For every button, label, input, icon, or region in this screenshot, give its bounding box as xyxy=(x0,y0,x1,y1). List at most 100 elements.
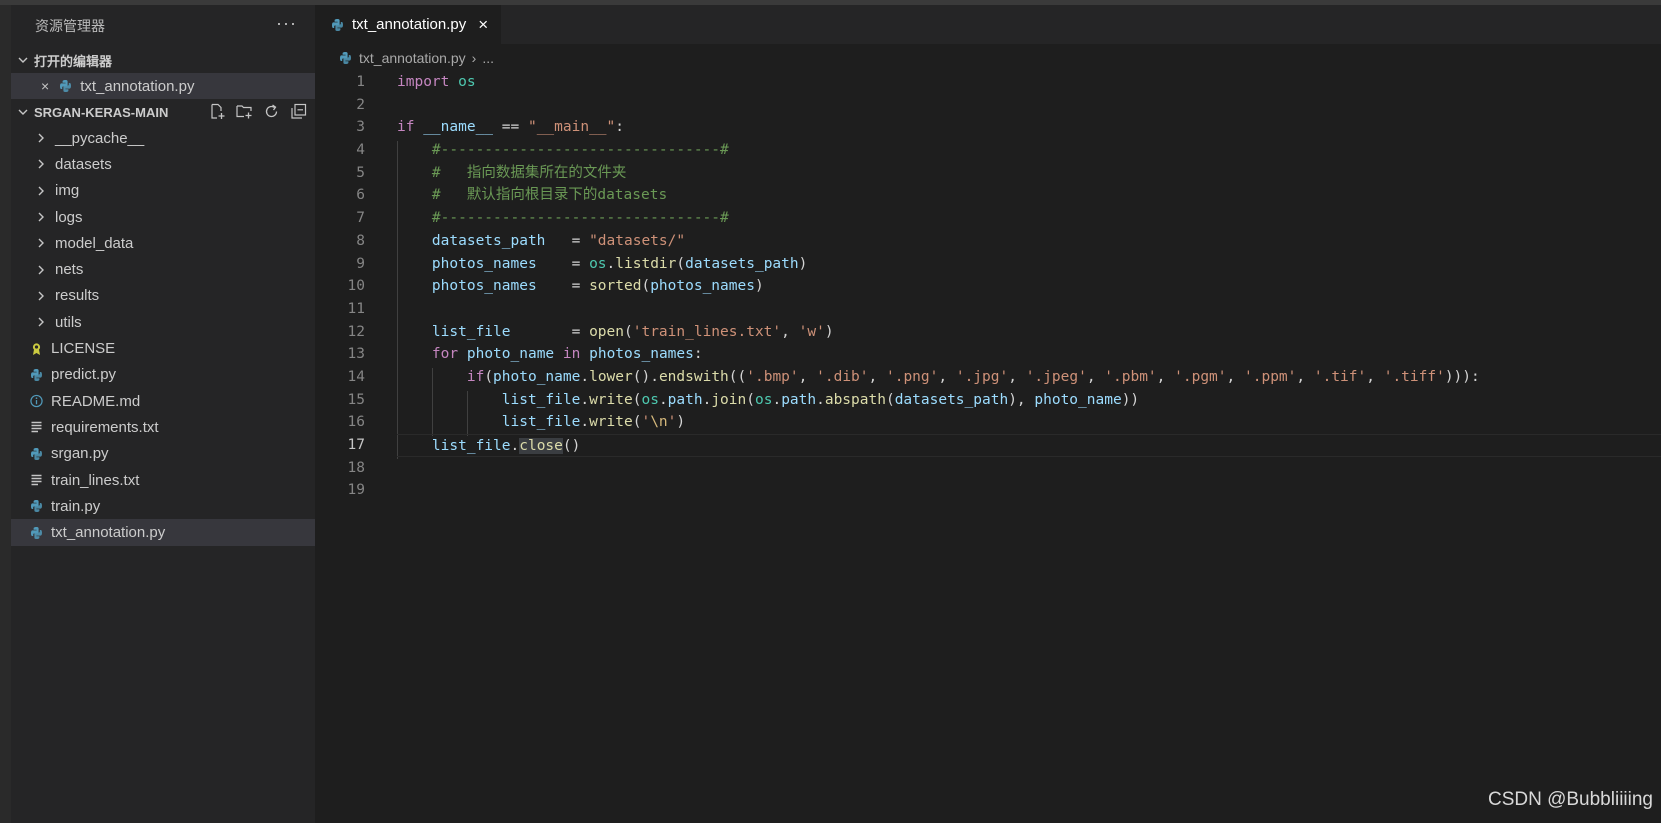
line-number: 13 xyxy=(347,346,365,363)
code-editor[interactable]: import os if __name__ == "__main__": #--… xyxy=(397,71,1661,502)
code-line[interactable]: import os xyxy=(397,71,1661,94)
new-file-icon[interactable] xyxy=(209,103,226,120)
folder-label: results xyxy=(55,287,100,305)
code-line[interactable]: photos_names = sorted(photos_names) xyxy=(397,275,1661,298)
refresh-icon[interactable] xyxy=(263,103,280,120)
python-icon xyxy=(30,447,43,461)
folder-item[interactable]: img xyxy=(11,178,315,204)
file-item[interactable]: predict.py xyxy=(11,362,315,388)
file-label: train.py xyxy=(51,497,101,515)
chevron-right-icon xyxy=(35,185,47,197)
activity-bar xyxy=(0,5,11,823)
project-header[interactable]: SRGAN-KERAS-MAIN xyxy=(11,99,315,125)
open-editor-label: txt_annotation.py xyxy=(80,77,195,95)
code-line[interactable]: list_file = open('train_lines.txt', 'w') xyxy=(397,321,1661,344)
file-item[interactable]: LICENSE xyxy=(11,335,315,361)
file-label: requirements.txt xyxy=(51,418,159,436)
chevron-right-icon xyxy=(35,158,47,170)
code-line[interactable] xyxy=(397,479,1661,502)
code-line[interactable] xyxy=(397,298,1661,321)
code-line[interactable]: #--------------------------------# xyxy=(397,207,1661,230)
open-editors-header[interactable]: 打开的编辑器 xyxy=(11,47,315,73)
folder-label: nets xyxy=(55,261,84,279)
file-item[interactable]: README.md xyxy=(11,388,315,414)
line-number: 9 xyxy=(356,255,365,272)
code-line[interactable] xyxy=(397,457,1661,480)
code-line[interactable]: list_file.write('\n') xyxy=(397,411,1661,434)
folder-item[interactable]: __pycache__ xyxy=(11,125,315,151)
tab-txt-annotation[interactable]: txt_annotation.py × xyxy=(315,5,501,44)
chevron-right-icon xyxy=(35,290,47,302)
new-folder-icon[interactable] xyxy=(236,103,253,120)
chevron-right-icon xyxy=(35,132,47,144)
folder-label: logs xyxy=(55,208,83,226)
python-icon xyxy=(30,526,43,540)
code-line[interactable]: # 指向数据集所在的文件夹 xyxy=(397,162,1661,185)
chevron-down-icon xyxy=(17,106,29,118)
file-label: README.md xyxy=(51,392,141,410)
file-item-selected[interactable]: txt_annotation.py xyxy=(11,519,315,546)
chevron-right-icon xyxy=(35,211,47,223)
breadcrumb-file[interactable]: txt_annotation.py xyxy=(359,50,466,66)
code-line[interactable]: photos_names = os.listdir(datasets_path) xyxy=(397,253,1661,276)
line-number: 1 xyxy=(356,74,365,90)
file-label: txt_annotation.py xyxy=(51,524,166,542)
folder-item[interactable]: model_data xyxy=(11,230,315,256)
chevron-right-icon xyxy=(35,316,47,328)
code-line[interactable]: # 默认指向根目录下的datasets xyxy=(397,184,1661,207)
file-tree: __pycache__ datasets img logs model_data… xyxy=(11,125,315,546)
folder-label: img xyxy=(55,182,80,200)
code-line[interactable]: list_file.write(os.path.join(os.path.abs… xyxy=(397,389,1661,412)
line-number: 12 xyxy=(347,323,365,340)
tab-label: txt_annotation.py xyxy=(352,16,467,33)
code-line[interactable]: datasets_path = "datasets/" xyxy=(397,230,1661,253)
chevron-right-icon: › xyxy=(471,50,477,66)
line-number: 10 xyxy=(347,278,365,295)
line-number: 4 xyxy=(356,142,365,159)
python-icon xyxy=(30,368,43,382)
line-number: 3 xyxy=(356,119,365,136)
line-number: 11 xyxy=(347,300,365,317)
line-number: 6 xyxy=(356,187,365,204)
code-line[interactable]: list_file.close() xyxy=(397,434,1661,457)
line-number: 18 xyxy=(347,459,365,476)
breadcrumb-symbols[interactable]: ... xyxy=(482,50,494,66)
folder-item[interactable]: logs xyxy=(11,204,315,230)
file-item[interactable]: srgan.py xyxy=(11,441,315,467)
line-number-gutter: 1 2 3 4 5 6 7 8 9 10 11 12 13 14 15 16 17 18 19 xyxy=(315,71,365,502)
folder-label: __pycache__ xyxy=(55,129,145,147)
folder-item[interactable]: utils xyxy=(11,309,315,335)
line-number: 2 xyxy=(356,96,365,113)
chevron-right-icon xyxy=(35,264,47,276)
explorer-actions xyxy=(209,103,307,120)
code-line[interactable]: #--------------------------------# xyxy=(397,139,1661,162)
code-line[interactable]: if __name__ == "__main__": xyxy=(397,116,1661,139)
file-label: srgan.py xyxy=(51,445,109,463)
close-icon[interactable]: × xyxy=(41,78,49,94)
line-number: 5 xyxy=(356,164,365,181)
file-item[interactable]: requirements.txt xyxy=(11,414,315,440)
code-line[interactable] xyxy=(397,94,1661,117)
folder-item[interactable]: results xyxy=(11,283,315,309)
line-number: 7 xyxy=(356,210,365,227)
folder-item[interactable]: nets xyxy=(11,256,315,282)
open-editors-label: 打开的编辑器 xyxy=(34,53,113,69)
text-file-icon xyxy=(30,420,43,434)
watermark: CSDN @Bubbliiiing xyxy=(1487,789,1653,810)
project-label: SRGAN-KERAS-MAIN xyxy=(34,104,169,120)
file-item[interactable]: train.py xyxy=(11,493,315,519)
close-icon[interactable]: × xyxy=(478,15,488,35)
info-icon xyxy=(30,394,43,408)
collapse-all-icon[interactable] xyxy=(290,103,307,120)
folder-item[interactable]: datasets xyxy=(11,151,315,177)
open-editor-item[interactable]: × txt_annotation.py xyxy=(11,73,315,99)
chevron-right-icon xyxy=(35,237,47,249)
line-number: 17 xyxy=(347,437,365,453)
more-actions-icon[interactable]: ··· xyxy=(276,13,297,34)
code-line[interactable]: for photo_name in photos_names: xyxy=(397,343,1661,366)
python-icon xyxy=(59,79,72,93)
line-number: 15 xyxy=(347,391,365,408)
file-item[interactable]: train_lines.txt xyxy=(11,467,315,493)
code-line[interactable]: if(photo_name.lower().endswith(('.bmp', … xyxy=(397,366,1661,389)
file-label: predict.py xyxy=(51,366,117,384)
